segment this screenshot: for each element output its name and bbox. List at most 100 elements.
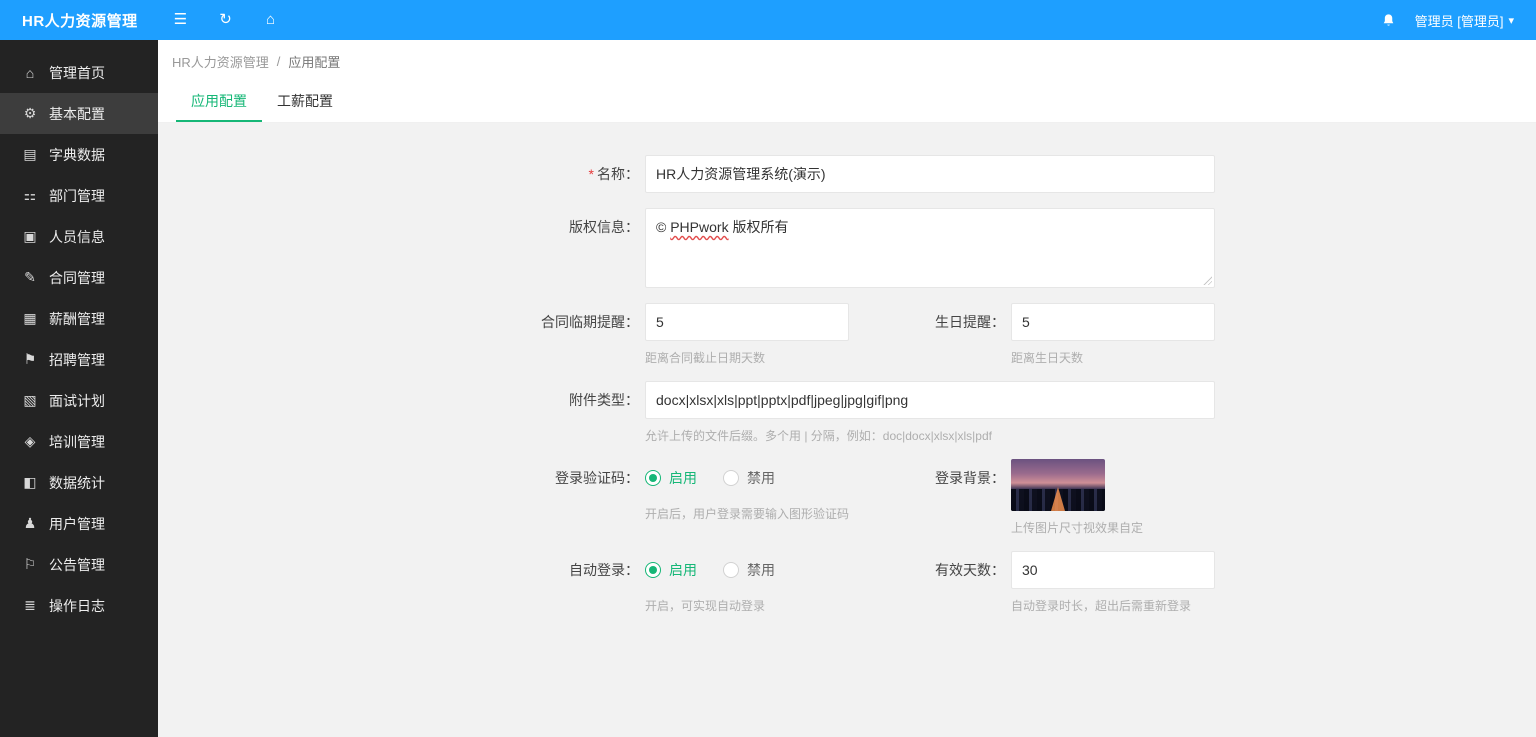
captcha-label: 登录验证码： bbox=[555, 470, 639, 486]
contract-edit-icon: ✎ bbox=[24, 269, 36, 285]
sidebar-item-label: 管理首页 bbox=[49, 64, 105, 81]
department-sitemap-icon: ⚏ bbox=[23, 187, 37, 203]
required-asterisk: * bbox=[588, 166, 594, 182]
settings-gear-icon: ⚙ bbox=[23, 105, 37, 121]
copyright-textarea[interactable]: © PHPwork 版权所有 bbox=[645, 208, 1215, 288]
user-label: 管理员 [管理员] bbox=[1414, 13, 1504, 29]
tab-salary-config[interactable]: 工薪配置 bbox=[262, 82, 348, 122]
interview-file-icon: ▧ bbox=[23, 392, 37, 408]
name-label: * 名称： bbox=[588, 166, 639, 182]
breadcrumb-root[interactable]: HR人力资源管理 bbox=[172, 52, 269, 71]
auto-login-hint: 开启，可实现自动登录 bbox=[645, 599, 766, 613]
app-window: HR人力资源管理 ☰ ↻ ⌂ 管理员 [管理员] ▾ ⌂ 管理首页 ⚙ 基本配置… bbox=[0, 0, 1536, 737]
home-icon[interactable]: ⌂ bbox=[248, 0, 293, 40]
sidebar-item-label: 合同管理 bbox=[49, 269, 105, 286]
radio-unselected-icon bbox=[723, 470, 739, 486]
attachment-hint: 允许上传的文件后缀。多个用 | 分隔，例如：doc|docx|xlsx|xls|… bbox=[645, 429, 992, 443]
sidebar-item-label: 人员信息 bbox=[49, 228, 105, 245]
copyright-prefix: © bbox=[656, 219, 671, 235]
sidebar-item-label: 培训管理 bbox=[49, 433, 105, 450]
form-row-autologin: 自动登录： 启用 禁用 开启，可实现自动登录 有效天数： 30 自动登录时长，超… bbox=[158, 551, 1536, 614]
form-row-copyright: 版权信息： © PHPwork 版权所有 bbox=[158, 208, 1536, 288]
statistics-chart-icon: ◧ bbox=[23, 474, 37, 490]
breadcrumb-current: 应用配置 bbox=[288, 54, 341, 70]
sidebar-item-home[interactable]: ⌂ 管理首页 bbox=[0, 52, 158, 93]
logs-list-icon: ≣ bbox=[24, 597, 36, 613]
sidebar-item-label: 字典数据 bbox=[49, 146, 105, 163]
dictionary-book-icon: ▤ bbox=[23, 146, 37, 162]
training-icon: ◈ bbox=[24, 433, 36, 449]
tab-app-config[interactable]: 应用配置 bbox=[176, 82, 262, 122]
contract-due-input[interactable] bbox=[645, 303, 849, 341]
main-panel: HR人力资源管理 / 应用配置 应用配置 工薪配置 * 名称： HR人力资源管理… bbox=[158, 40, 1536, 737]
refresh-icon[interactable]: ↻ bbox=[203, 0, 248, 40]
captcha-enable-radio[interactable]: 启用 bbox=[645, 468, 697, 488]
radio-unselected-icon bbox=[723, 562, 739, 578]
sidebar-item-announcement[interactable]: ⚐ 公告管理 bbox=[0, 544, 158, 585]
captcha-hint: 开启后，用户登录需要输入图形验证码 bbox=[645, 507, 850, 521]
notification-bell-icon[interactable] bbox=[1369, 0, 1409, 40]
sidebar-item-contract[interactable]: ✎ 合同管理 bbox=[0, 257, 158, 298]
sidebar-item-users[interactable]: ♟ 用户管理 bbox=[0, 503, 158, 544]
birthday-input[interactable] bbox=[1011, 303, 1215, 341]
header-right: 管理员 [管理员] ▾ bbox=[1369, 0, 1536, 40]
attachment-input[interactable] bbox=[645, 381, 1215, 419]
captcha-disable-radio[interactable]: 禁用 bbox=[723, 468, 775, 488]
copyright-brand: PHPwork bbox=[670, 219, 729, 235]
contract-due-label: 合同临期提醒： bbox=[541, 314, 639, 330]
sidebar-item-label: 用户管理 bbox=[49, 515, 105, 532]
personnel-idcard-icon: ▣ bbox=[23, 228, 37, 244]
sidebar-item-label: 招聘管理 bbox=[49, 351, 105, 368]
sidebar-item-dictionary[interactable]: ▤ 字典数据 bbox=[0, 134, 158, 175]
header-toolbar: ☰ ↻ ⌂ bbox=[158, 0, 293, 40]
radio-selected-icon bbox=[645, 562, 661, 578]
sidebar-item-department[interactable]: ⚏ 部门管理 bbox=[0, 175, 158, 216]
breadcrumb: HR人力资源管理 / 应用配置 bbox=[158, 40, 1536, 82]
sidebar-item-logs[interactable]: ≣ 操作日志 bbox=[0, 585, 158, 626]
valid-days-label: 有效天数： bbox=[935, 562, 1005, 578]
top-header: HR人力资源管理 ☰ ↻ ⌂ 管理员 [管理员] ▾ bbox=[0, 0, 1536, 40]
form-row-captcha: 登录验证码： 启用 禁用 开启后，用户登录需要输入图形验证码 登录背景： 上传图… bbox=[158, 459, 1536, 536]
user-icon: ♟ bbox=[23, 515, 37, 531]
sidebar-item-statistics[interactable]: ◧ 数据统计 bbox=[0, 462, 158, 503]
sidebar-item-training[interactable]: ◈ 培训管理 bbox=[0, 421, 158, 462]
valid-days-input[interactable] bbox=[1011, 551, 1215, 589]
collapse-menu-icon[interactable]: ☰ bbox=[158, 0, 203, 40]
attachment-label: 附件类型： bbox=[569, 392, 639, 408]
sidebar-item-label: 操作日志 bbox=[49, 597, 105, 614]
sidebar-item-label: 数据统计 bbox=[49, 474, 105, 491]
sidebar-item-label: 面试计划 bbox=[49, 392, 105, 409]
breadcrumb-separator: / bbox=[276, 53, 281, 69]
user-dropdown[interactable]: 管理员 [管理员] ▾ bbox=[1409, 0, 1520, 40]
form-content: *名称： 版权信息： © PHPwork 版权所有 bbox=[158, 123, 1536, 737]
sidebar-item-label: 公告管理 bbox=[49, 556, 105, 573]
home-icon: ⌂ bbox=[25, 64, 35, 81]
sidebar-item-personnel[interactable]: ▣ 人员信息 bbox=[0, 216, 158, 257]
sidebar-item-label: 部门管理 bbox=[49, 187, 105, 204]
login-background-image[interactable] bbox=[1011, 459, 1105, 511]
login-bg-label: 登录背景： bbox=[935, 470, 1005, 486]
auto-login-disable-radio[interactable]: 禁用 bbox=[723, 560, 775, 580]
form-row-reminders: 合同临期提醒： 距离合同截止日期天数 生日提醒： 距离生日天数 bbox=[158, 303, 1536, 366]
birthday-label: 生日提醒： bbox=[935, 314, 1005, 330]
radio-selected-icon bbox=[645, 470, 661, 486]
chevron-down-icon: ▾ bbox=[1508, 14, 1514, 27]
sidebar-item-label: 基本配置 bbox=[49, 105, 105, 122]
form-row-attachment: 附件类型： 允许上传的文件后缀。多个用 | 分隔，例如：doc|docx|xls… bbox=[158, 381, 1536, 444]
name-input[interactable] bbox=[645, 155, 1215, 193]
sidebar-item-salary[interactable]: ▦ 薪酬管理 bbox=[0, 298, 158, 339]
sidebar-nav: ⌂ 管理首页 ⚙ 基本配置 ▤ 字典数据 ⚏ 部门管理 ▣ 人员信息 ✎ 合同管… bbox=[0, 40, 158, 737]
app-title: HR人力资源管理 bbox=[22, 12, 138, 30]
auto-login-label: 自动登录： bbox=[569, 562, 639, 578]
sidebar-item-basic-config[interactable]: ⚙ 基本配置 bbox=[0, 93, 158, 134]
announcement-speaker-icon: ⚐ bbox=[23, 556, 37, 572]
contract-due-hint: 距离合同截止日期天数 bbox=[645, 351, 766, 365]
sidebar-item-label: 薪酬管理 bbox=[49, 310, 105, 327]
salary-calculator-icon: ▦ bbox=[23, 310, 37, 326]
auto-login-enable-radio[interactable]: 启用 bbox=[645, 560, 697, 580]
form-row-name: * 名称： bbox=[158, 155, 1536, 193]
sidebar-item-interview[interactable]: ▧ 面试计划 bbox=[0, 380, 158, 421]
tab-bar: 应用配置 工薪配置 bbox=[158, 82, 1536, 123]
sidebar-item-recruitment[interactable]: ⚑ 招聘管理 bbox=[0, 339, 158, 380]
login-bg-hint: 上传图片尺寸视效果自定 bbox=[1011, 521, 1144, 535]
